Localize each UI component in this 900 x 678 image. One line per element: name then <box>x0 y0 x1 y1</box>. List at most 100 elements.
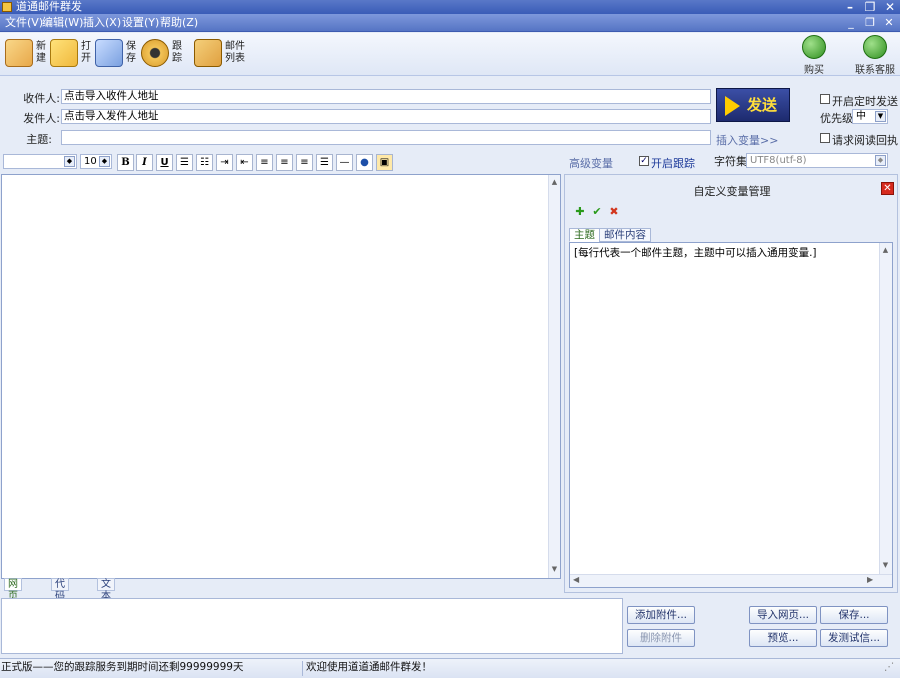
app-icon <box>2 2 12 12</box>
confirm-variable-icon[interactable]: ✔ <box>591 206 603 218</box>
open-label: 打开 <box>81 41 91 64</box>
subject-field[interactable] <box>61 130 711 145</box>
horizontal-rule-button[interactable]: — <box>336 154 353 171</box>
charset-select[interactable]: UTF8(utf-8) ◆ <box>746 153 888 168</box>
editor-scrollbar[interactable]: ▲ ▼ <box>548 175 560 578</box>
mail-list-icon <box>194 39 222 67</box>
font-family-select[interactable]: ◆ <box>3 154 77 169</box>
globe-support-icon <box>863 35 887 59</box>
scroll-left-icon[interactable]: ◀ <box>573 575 579 584</box>
priority-label: 优先级 <box>820 112 853 125</box>
to-field[interactable]: 点击导入收件人地址 <box>61 89 711 104</box>
read-receipt-label: 请求阅读回执 <box>832 134 898 147</box>
close-button[interactable]: ✕ <box>882 0 898 14</box>
variable-hint: [每行代表一个邮件主题，主题中可以插入通用变量.] <box>574 247 817 259</box>
contact-support-button[interactable]: 联系客服 <box>845 35 900 76</box>
font-size-select[interactable]: 10 ◆ <box>80 154 112 169</box>
insert-link-button[interactable]: ● <box>356 154 373 171</box>
restore-button[interactable]: ❐ <box>862 0 878 14</box>
justify-button[interactable]: ☰ <box>316 154 333 171</box>
scroll-right-icon[interactable]: ▶ <box>867 575 873 584</box>
mdi-minimize-button[interactable]: _ <box>844 16 858 29</box>
menu-file[interactable]: 文件(V) <box>5 14 43 32</box>
dropdown-arrow-icon: ◆ <box>64 156 75 167</box>
buy-label: 购买 <box>804 65 824 76</box>
unordered-list-button[interactable]: ☷ <box>196 154 213 171</box>
underline-button[interactable]: U <box>156 154 173 171</box>
preview-button[interactable]: 预览... <box>749 629 817 647</box>
panel-v-scrollbar[interactable]: ▲ ▼ <box>879 243 892 574</box>
open-folder-icon <box>50 39 78 67</box>
priority-value: 中 <box>856 111 866 122</box>
new-button[interactable]: 新建 <box>5 39 47 71</box>
tab-code-view[interactable]: 代码视图 <box>51 578 69 626</box>
scheduled-send-checkbox[interactable] <box>820 94 830 104</box>
scroll-down-icon[interactable]: ▼ <box>881 561 890 570</box>
menu-help[interactable]: 帮助(Z) <box>160 14 198 32</box>
insert-variable-link[interactable]: 插入变量>> <box>716 132 778 148</box>
menu-bar: 文件(V) 编辑(W) 插入(X) 设置(Y) 帮助(Z) _ ❐ ✕ <box>0 14 900 32</box>
ordered-list-button[interactable]: ☰ <box>176 154 193 171</box>
priority-select[interactable]: 中 ▼ <box>852 109 888 124</box>
indent-button[interactable]: ⇥ <box>216 154 233 171</box>
delete-variable-icon[interactable]: ✖ <box>608 206 620 218</box>
save-button[interactable]: 保存... <box>820 606 888 624</box>
open-button[interactable]: 打开 <box>50 39 92 71</box>
insert-image-button[interactable]: ▣ <box>376 154 393 171</box>
from-field[interactable]: 点击导入发件人地址 <box>61 109 711 124</box>
italic-button[interactable]: I <box>136 154 153 171</box>
track-eye-icon <box>141 39 169 67</box>
save-toolbar-button[interactable]: 保存 <box>95 39 137 71</box>
variable-textarea[interactable]: [每行代表一个邮件主题，主题中可以插入通用变量.] ▲ ▼ ◀ ▶ <box>569 242 893 588</box>
mdi-restore-button[interactable]: ❐ <box>863 16 877 29</box>
track-button[interactable]: 跟踪 <box>141 39 183 71</box>
mail-list-button[interactable]: 邮件列表 <box>194 39 250 71</box>
mdi-close-button[interactable]: ✕ <box>882 16 896 29</box>
charset-value: UTF8(utf-8) <box>750 155 807 166</box>
bold-button[interactable]: B <box>117 154 134 171</box>
advanced-variables-link[interactable]: 高级变量 <box>569 155 613 171</box>
minimize-button[interactable]: – <box>842 0 858 14</box>
scroll-up-icon[interactable]: ▲ <box>881 246 890 255</box>
align-left-button[interactable]: ≡ <box>256 154 273 171</box>
scheduled-send-label: 开启定时发送 <box>832 95 898 108</box>
new-doc-icon <box>5 39 33 67</box>
tracking-checkbox[interactable]: ✓ <box>639 156 649 166</box>
add-variable-icon[interactable]: ✚ <box>574 206 586 218</box>
buy-button[interactable]: 购买 <box>784 35 844 76</box>
read-receipt-checkbox[interactable] <box>820 133 830 143</box>
message-editor[interactable]: ▲ ▼ <box>1 174 561 579</box>
tab-web-view[interactable]: 网页视图 <box>4 578 22 626</box>
variable-manager-panel: 自定义变量管理 ✕ ✚ ✔ ✖ 主题 邮件内容 [每行代表一个邮件主题，主题中可… <box>564 174 898 593</box>
resize-grip-icon[interactable]: ⋰ <box>884 659 895 678</box>
status-bar: 正式版——您的跟踪服务到期时间还剩99999999天 欢迎使用道道通邮件群发！ … <box>0 658 900 678</box>
attachment-list[interactable] <box>1 598 623 654</box>
tab-subject[interactable]: 主题 <box>569 228 600 242</box>
menu-insert[interactable]: 插入(X) <box>83 14 121 32</box>
tab-text-view[interactable]: 文本视图 <box>97 578 115 626</box>
import-web-button[interactable]: 导入网页... <box>749 606 817 624</box>
panel-close-icon[interactable]: ✕ <box>881 182 894 195</box>
scroll-up-icon[interactable]: ▲ <box>550 178 559 187</box>
main-toolbar: 新建 打开 保存 跟踪 邮件列表 购买 联系客服 <box>0 33 900 76</box>
scroll-down-icon[interactable]: ▼ <box>550 565 559 574</box>
font-size-value: 10 <box>84 156 97 167</box>
menu-settings[interactable]: 设置(Y) <box>122 14 159 32</box>
mail-header: 收件人: 点击导入收件人地址 发件人: 点击导入发件人地址 主题: 插入变量>>… <box>0 77 900 151</box>
outdent-button[interactable]: ⇤ <box>236 154 253 171</box>
save-toolbar-label: 保存 <box>126 41 136 64</box>
send-button[interactable]: 发送 <box>716 88 790 122</box>
tab-mail-content[interactable]: 邮件内容 <box>599 228 651 242</box>
status-welcome: 欢迎使用道道通邮件群发！ <box>306 661 432 673</box>
align-right-button[interactable]: ≡ <box>296 154 313 171</box>
align-center-button[interactable]: ≡ <box>276 154 293 171</box>
remove-attachment-button[interactable]: 删除附件 <box>627 629 695 647</box>
play-arrow-icon <box>725 96 740 116</box>
test-send-button[interactable]: 发测试信... <box>820 629 888 647</box>
panel-h-scrollbar[interactable]: ◀ ▶ <box>570 574 892 587</box>
panel-title: 自定义变量管理 <box>693 185 771 198</box>
menu-edit[interactable]: 编辑(W) <box>42 14 83 32</box>
dropdown-arrow-icon: ◆ <box>99 156 110 167</box>
add-attachment-button[interactable]: 添加附件... <box>627 606 695 624</box>
track-label: 跟踪 <box>172 41 182 64</box>
